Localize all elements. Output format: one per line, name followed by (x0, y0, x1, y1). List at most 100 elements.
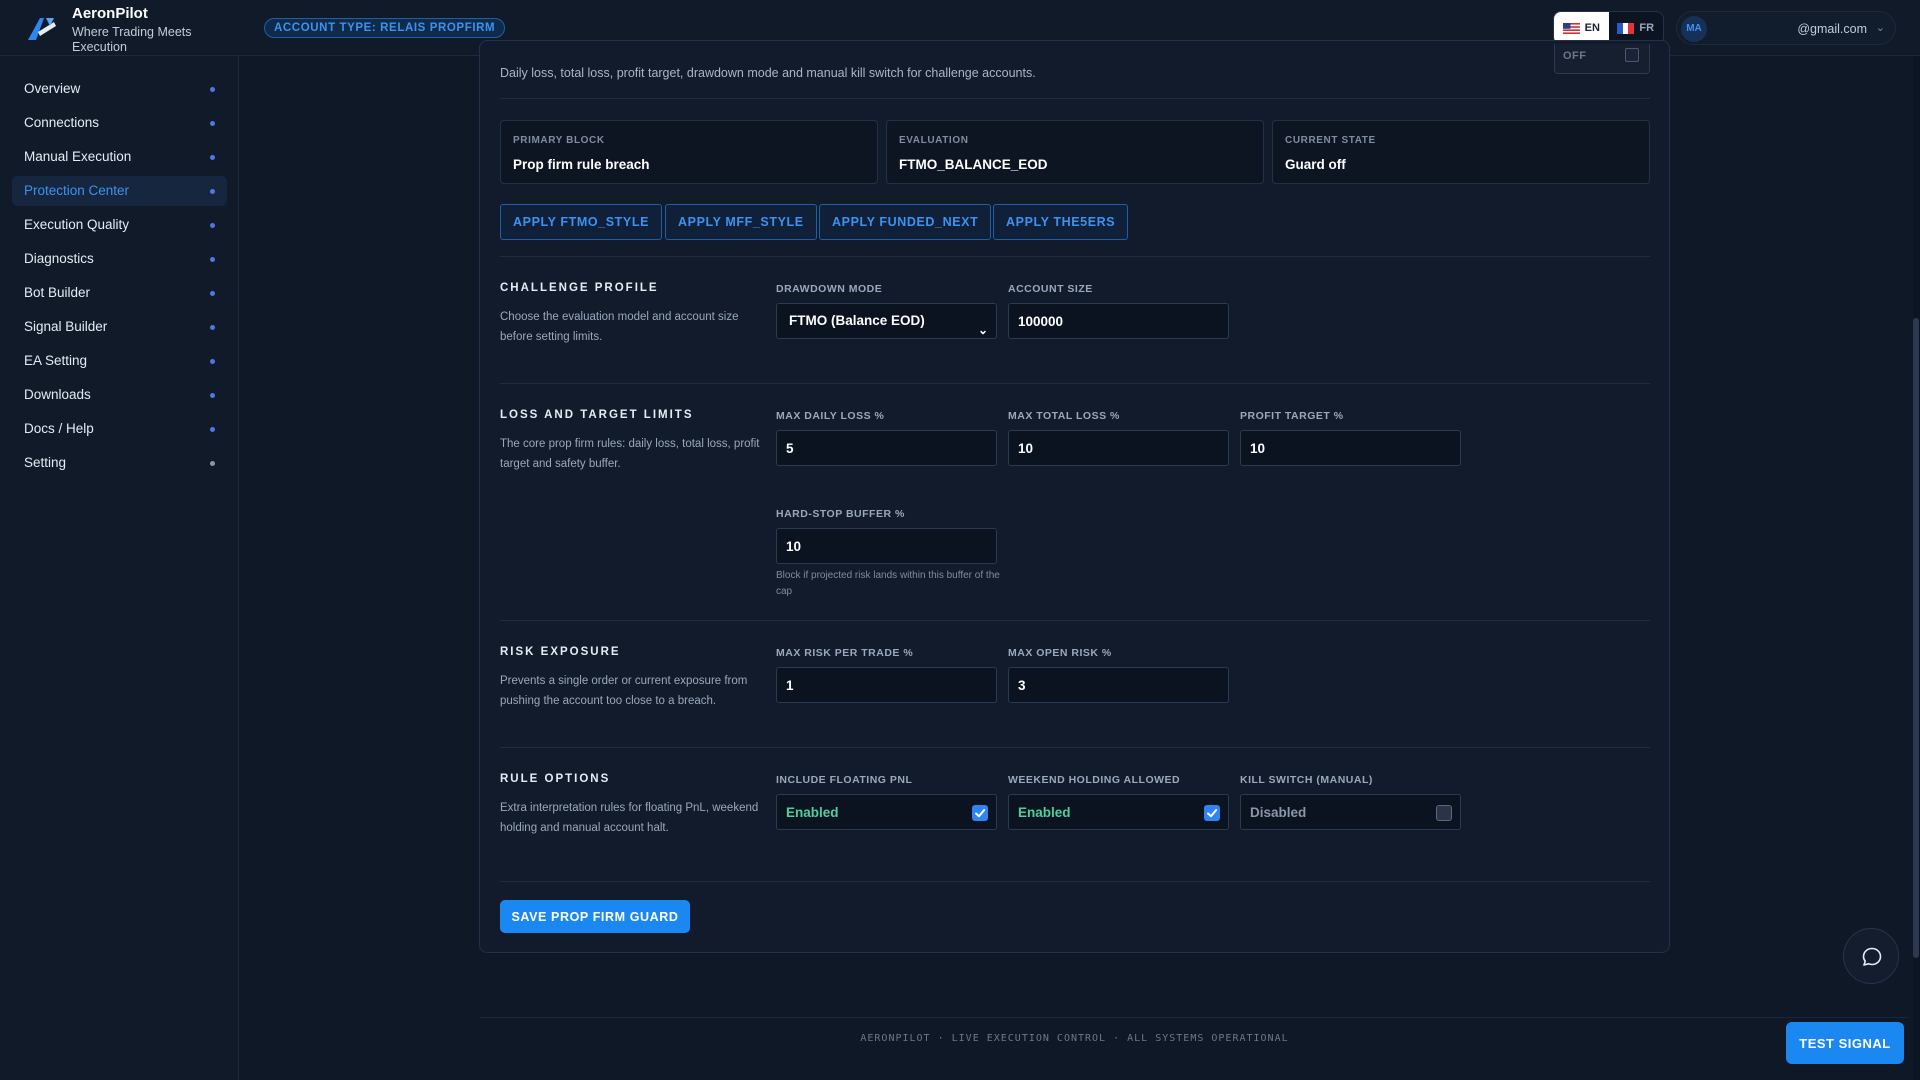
max-daily-loss-input[interactable] (776, 430, 997, 466)
divider (500, 256, 1650, 257)
hard-stop-buffer-help: Block if projected risk lands within thi… (776, 570, 1000, 597)
us-flag-icon (1562, 22, 1580, 34)
sidebar-item-diagnostics[interactable]: Diagnostics (12, 244, 227, 274)
scrollbar-thumb[interactable] (1913, 318, 1919, 958)
dot-icon (210, 155, 215, 160)
dot-icon (210, 393, 215, 398)
save-prop-firm-guard-button[interactable]: SAVE PROP FIRM GUARD (500, 900, 690, 933)
drawdown-mode-select[interactable]: FTMO (Balance EOD) ⌄ (776, 303, 997, 339)
weekend-holding-label: WEEKEND HOLDING ALLOWED (1008, 774, 1181, 786)
stat-evaluation: EVALUATION FTMO_BALANCE_EOD (886, 120, 1264, 184)
kill-switch-label: KILL SWITCH (MANUAL) (1240, 774, 1373, 786)
dot-icon (210, 189, 215, 194)
profit-target-label: PROFIT TARGET % (1240, 410, 1344, 422)
account-size-label: ACCOUNT SIZE (1008, 283, 1093, 295)
dot-icon (210, 359, 215, 364)
user-menu[interactable]: MA @gmail.com ⌄ (1676, 11, 1896, 45)
sidebar-item-label: Diagnostics (24, 251, 94, 266)
loss-limits-description: The core prop firm rules: daily loss, to… (500, 438, 760, 470)
guard-toggle[interactable]: OFF (1554, 44, 1650, 74)
include-floating-pnl-field[interactable]: Enabled (776, 794, 997, 830)
stat-label: CURRENT STATE (1285, 135, 1376, 146)
weekend-holding-checkbox[interactable] (1204, 805, 1220, 821)
chat-button[interactable] (1843, 928, 1899, 984)
test-signal-button[interactable]: TEST SIGNAL (1786, 1022, 1904, 1064)
drawdown-mode-value: FTMO (Balance EOD) (789, 313, 925, 328)
risk-exposure-title: RISK EXPOSURE (500, 646, 621, 658)
sidebar-item-label: Connections (24, 115, 100, 130)
sidebar-item-execution-quality[interactable]: Execution Quality (12, 210, 227, 240)
dot-icon (210, 461, 215, 466)
guard-toggle-checkbox[interactable] (1625, 48, 1639, 62)
profit-target-input[interactable] (1240, 430, 1461, 466)
sidebar-item-protection-center[interactable]: Protection Center (12, 176, 227, 206)
rule-options-description: Extra interpretation rules for floating … (500, 802, 759, 834)
risk-exposure-description: Prevents a single order or current expos… (500, 675, 748, 707)
challenge-profile-description: Choose the evaluation model and account … (500, 311, 739, 343)
sidebar-item-connections[interactable]: Connections (12, 108, 227, 138)
stat-value: Guard off (1285, 157, 1346, 172)
sidebar-item-bot-builder[interactable]: Bot Builder (12, 278, 227, 308)
max-risk-per-trade-input[interactable] (776, 667, 997, 703)
apply-mff-style-button[interactable]: APPLY MFF_STYLE (665, 204, 817, 240)
brand[interactable]: AeronPilot Where Trading Meets Execution (22, 4, 237, 54)
apply-the5ers-button[interactable]: APPLY THE5ERS (993, 204, 1129, 240)
account-size-input[interactable] (1008, 303, 1229, 339)
sidebar-item-label: Downloads (24, 387, 91, 402)
sidebar-item-label: Signal Builder (24, 319, 108, 334)
sidebar-item-label: EA Setting (24, 353, 88, 368)
max-daily-loss-label: MAX DAILY LOSS % (776, 410, 885, 422)
sidebar-item-label: Execution Quality (24, 217, 130, 232)
max-open-risk-input[interactable] (1008, 667, 1229, 703)
sidebar-item-label: Setting (24, 455, 67, 470)
divider (500, 620, 1650, 621)
sidebar-item-overview[interactable]: Overview (12, 74, 227, 104)
footer-divider (479, 1017, 1909, 1018)
divider (500, 747, 1650, 748)
apply-funded-next-button[interactable]: APPLY FUNDED_NEXT (819, 204, 992, 240)
stat-label: PRIMARY BLOCK (513, 135, 605, 146)
kill-switch-state: Disabled (1250, 805, 1307, 820)
check-icon (1207, 809, 1218, 818)
account-type-badge: ACCOUNT TYPE: RELAIS PROPFIRM (264, 18, 506, 38)
check-icon (975, 809, 986, 818)
sidebar-item-signal-builder[interactable]: Signal Builder (12, 312, 227, 342)
include-floating-pnl-state: Enabled (786, 805, 839, 820)
challenge-profile-title: CHALLENGE PROFILE (500, 282, 659, 294)
avatar: MA (1681, 16, 1707, 42)
apply-ftmo-style-button[interactable]: APPLY FTMO_STYLE (500, 204, 663, 240)
max-total-loss-input[interactable] (1008, 430, 1229, 466)
dot-icon (210, 223, 215, 228)
weekend-holding-field[interactable]: Enabled (1008, 794, 1229, 830)
sidebar-item-label: Overview (24, 81, 81, 96)
sidebar-item-manual-execution[interactable]: Manual Execution (12, 142, 227, 172)
sidebar-item-downloads[interactable]: Downloads (12, 380, 227, 410)
kill-switch-field[interactable]: Disabled (1240, 794, 1461, 830)
max-risk-per-trade-label: MAX RISK PER TRADE % (776, 647, 914, 659)
language-en-label: EN (1584, 22, 1600, 34)
chevron-down-icon: ⌄ (1875, 22, 1885, 34)
footer-status: AERONPILOT · LIVE EXECUTION CONTROL · AL… (860, 1033, 1289, 1044)
dot-icon (210, 427, 215, 432)
include-floating-pnl-checkbox[interactable] (972, 805, 988, 821)
chat-bubble-icon (1862, 947, 1882, 966)
sidebar-item-docs-help[interactable]: Docs / Help (12, 414, 227, 444)
user-email: @gmail.com (1797, 22, 1867, 36)
rule-options-title: RULE OPTIONS (500, 773, 611, 785)
kill-switch-checkbox[interactable] (1436, 805, 1452, 821)
guard-toggle-label: OFF (1563, 50, 1587, 62)
sidebar-item-ea-setting[interactable]: EA Setting (12, 346, 227, 376)
divider (500, 881, 1650, 882)
language-fr-label: FR (1639, 22, 1655, 34)
dot-icon (210, 121, 215, 126)
max-total-loss-label: MAX TOTAL LOSS % (1008, 410, 1120, 422)
loss-limits-title: LOSS AND TARGET LIMITS (500, 409, 694, 421)
divider (500, 383, 1650, 384)
sidebar-item-setting[interactable]: Setting (12, 448, 227, 478)
stat-label: EVALUATION (899, 135, 969, 146)
stat-value: Prop firm rule breach (513, 157, 650, 172)
hard-stop-buffer-input[interactable] (776, 528, 997, 564)
sidebar-nav: Overview Connections Manual Execution Pr… (12, 74, 227, 482)
stat-current-state: CURRENT STATE Guard off (1272, 120, 1650, 184)
sidebar-item-label: Manual Execution (24, 149, 132, 164)
